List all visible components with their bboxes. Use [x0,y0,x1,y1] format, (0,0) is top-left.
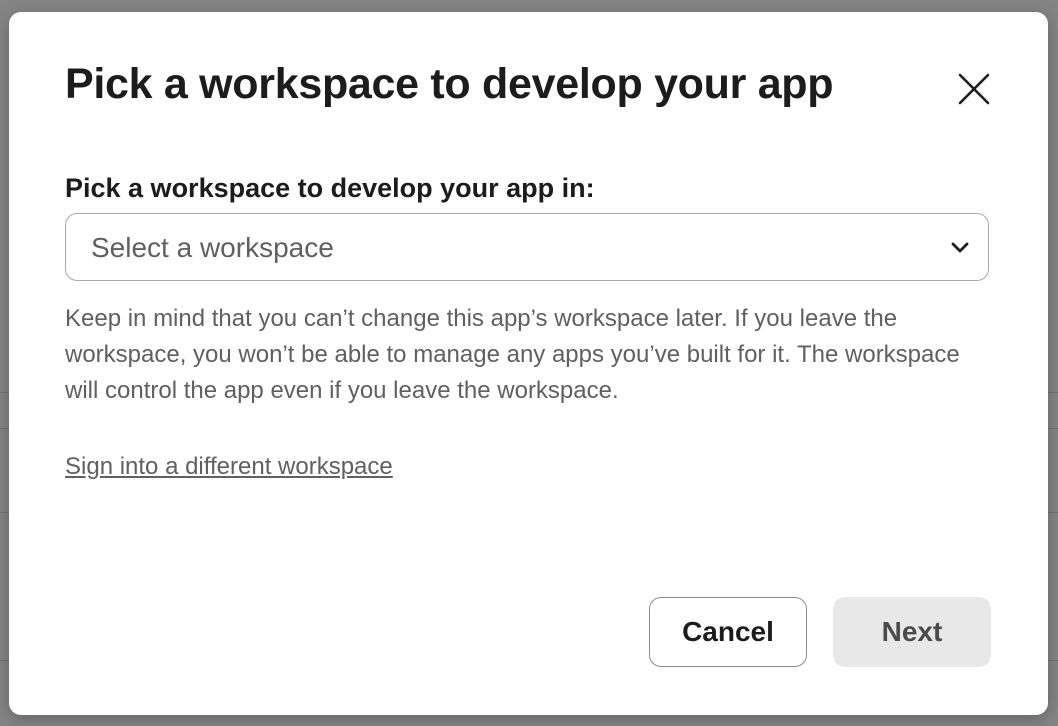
workspace-picker-dialog: Pick a workspace to develop your app Pic… [9,12,1048,715]
workspace-field-label: Pick a workspace to develop your app in: [65,173,595,203]
workspace-select[interactable]: Select a workspace [65,213,989,281]
workspace-select-placeholder: Select a workspace [91,232,334,263]
sign-into-different-workspace-link[interactable]: Sign into a different workspace [65,449,393,485]
cancel-button[interactable]: Cancel [649,597,807,667]
dialog-title: Pick a workspace to develop your app [65,60,834,108]
workspace-help-text: Keep in mind that you can’t change this … [65,305,960,404]
chevron-down-icon [950,239,970,255]
close-icon [953,68,995,110]
close-button[interactable] [953,68,995,110]
next-button[interactable]: Next [833,597,991,667]
